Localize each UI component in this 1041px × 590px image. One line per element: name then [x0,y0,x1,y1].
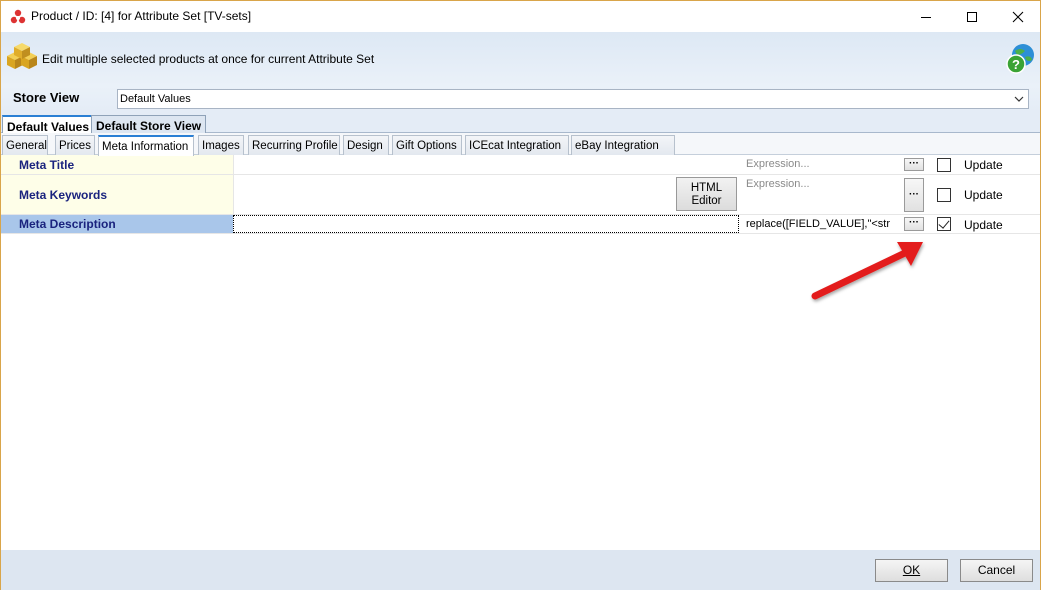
tab-label: eBay Integration [575,140,659,152]
boxes-icon [7,43,37,69]
store-view-dropdown[interactable]: Default Values [117,89,1029,109]
dialog-footer: OK Cancel [1,550,1040,590]
close-icon [1012,11,1024,22]
close-button[interactable] [995,1,1041,32]
tab-meta-information[interactable]: Meta Information [98,135,194,156]
tab-label: Prices [59,140,91,152]
update-label: Update [964,188,1003,202]
main-window: Product / ID: [4] for Attribute Set [TV-… [0,0,1041,590]
field-label: Meta Keywords [1,175,233,214]
tab-icecat-integration[interactable]: ICEcat Integration [465,135,569,155]
store-view-label: Store View [13,90,80,105]
ok-button[interactable]: OK [875,559,948,582]
chevron-down-icon [1014,96,1024,102]
maximize-icon [967,11,977,22]
tab-default-values[interactable]: Default Values [2,115,95,135]
svg-text:?: ? [1012,57,1020,72]
maximize-button[interactable] [949,1,995,32]
update-checkbox[interactable] [937,158,951,172]
tab-recurring-profile[interactable]: Recurring Profile [248,135,340,155]
expression-field[interactable]: Expression... [742,175,902,214]
update-label: Update [964,218,1003,232]
html-editor-label-1: HTML [690,182,723,194]
expression-field[interactable]: Expression... [742,155,902,174]
tab-images[interactable]: Images [198,135,244,155]
update-label: Update [964,158,1003,172]
cancel-button[interactable]: Cancel [960,559,1033,582]
tab-gift-options[interactable]: Gift Options [392,135,462,155]
tab-label: ICEcat Integration [469,140,562,152]
tab-label: Default Store View [96,119,202,133]
tab-label: Design [347,140,383,152]
meta-title-input[interactable] [233,155,739,174]
html-editor-button[interactable]: HTML Editor [676,177,737,211]
header-description: Edit multiple selected products at once … [42,52,375,66]
tab-label: Meta Information [102,141,189,153]
meta-description-input[interactable] [233,215,739,233]
html-editor-label-2: Editor [691,195,722,207]
expression-builder-button[interactable]: ··· [904,217,924,231]
row-meta-title: Meta Title Expression... ··· Update [1,155,1040,175]
store-tabs: Default Values Default Store View [1,113,1040,135]
tab-design[interactable]: Design [343,135,389,155]
header-band: Edit multiple selected products at once … [1,32,1040,86]
field-label: Meta Description [1,215,233,233]
minimize-button[interactable] [903,1,949,32]
tab-label: Recurring Profile [252,140,338,152]
update-checkbox[interactable] [937,188,951,202]
store-view-value: Default Values [120,93,191,105]
red-arrow-icon [811,242,923,300]
tab-default-store-view[interactable]: Default Store View [91,115,207,134]
expression-builder-button[interactable]: ··· [904,178,924,212]
window-title: Product / ID: [4] for Attribute Set [TV-… [31,9,252,23]
expression-field[interactable]: replace([FIELD_VALUE],"<str [742,215,902,233]
row-meta-keywords: Meta Keywords HTML Editor Expression... … [1,175,1040,215]
attribute-group-tabs: General Prices Meta Information Images R… [1,133,1040,156]
tab-label: Default Values [7,120,90,134]
title-bar: Product / ID: [4] for Attribute Set [TV-… [1,1,1040,32]
tab-prices[interactable]: Prices [55,135,95,155]
tab-label: General [6,140,47,152]
meta-keywords-input[interactable]: HTML Editor [233,175,739,214]
help-globe-icon[interactable]: ? [1005,43,1037,75]
tab-label: Gift Options [396,140,457,152]
row-meta-description: Meta Description replace([FIELD_VALUE],"… [1,215,1040,234]
app-logo-icon [10,9,26,24]
minimize-icon [921,16,931,18]
tab-ebay-integration[interactable]: eBay Integration [571,135,675,155]
field-label: Meta Title [1,155,233,174]
store-view-row: Store View Default Values [1,86,1040,113]
tab-general[interactable]: General [2,135,48,155]
expression-builder-button[interactable]: ··· [904,158,924,171]
tab-label: Images [202,140,240,152]
update-checkbox[interactable] [937,217,951,231]
